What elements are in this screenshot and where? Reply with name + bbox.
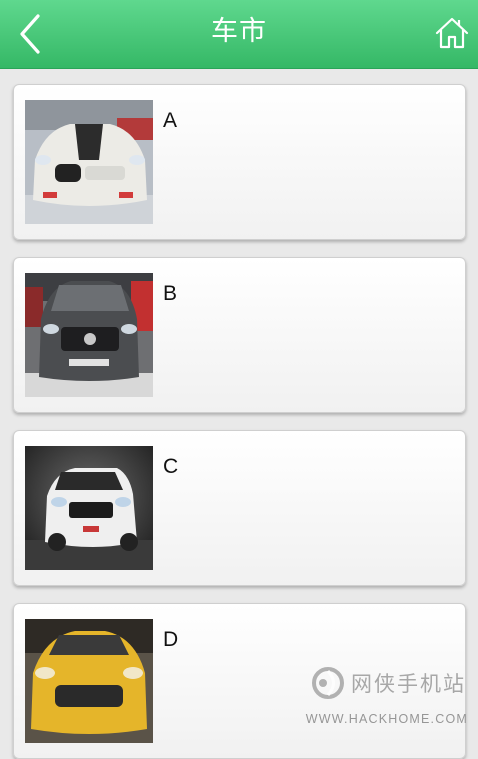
top-bar: 车市 (0, 0, 478, 69)
grey-suv-photo (25, 273, 153, 397)
car-label: C (163, 455, 179, 478)
page-title: 车市 (211, 16, 267, 47)
list-item[interactable]: D (13, 603, 466, 759)
list-item[interactable]: A (13, 84, 466, 240)
list-item[interactable]: C (13, 430, 466, 586)
home-button[interactable] (434, 14, 470, 52)
white-suv-photo (25, 446, 153, 570)
list-item[interactable]: B (13, 257, 466, 413)
white-sedan-photo (25, 100, 153, 224)
car-label: B (163, 282, 178, 305)
car-label: D (163, 628, 179, 651)
home-icon (435, 17, 469, 49)
yellow-coupe-photo (25, 619, 153, 743)
car-label: A (163, 109, 178, 132)
